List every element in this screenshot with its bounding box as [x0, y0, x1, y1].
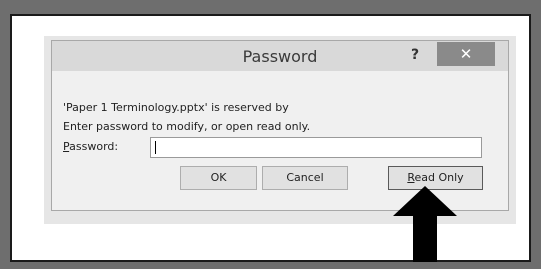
- password-label: Password:: [63, 140, 118, 153]
- read-only-label: ead Only: [414, 171, 464, 184]
- ok-button[interactable]: OK: [180, 166, 257, 190]
- password-label-text: assword:: [69, 140, 119, 153]
- close-icon: ✕: [459, 45, 473, 63]
- screenshot-frame: Password ? ✕ 'Paper 1 Terminology.pptx' …: [0, 0, 541, 269]
- instruction-message: Enter password to modify, or open read o…: [63, 120, 311, 133]
- dialog-titlebar: Password ? ✕: [52, 41, 508, 71]
- arrow-up-icon: [393, 186, 457, 262]
- text-caret: [155, 141, 156, 154]
- reserved-message: 'Paper 1 Terminology.pptx' is reserved b…: [63, 101, 289, 114]
- close-button[interactable]: ✕: [437, 42, 495, 66]
- password-input[interactable]: [150, 137, 482, 158]
- cancel-button[interactable]: Cancel: [262, 166, 348, 190]
- help-button[interactable]: ?: [397, 42, 433, 68]
- slide-canvas: Password ? ✕ 'Paper 1 Terminology.pptx' …: [10, 14, 531, 262]
